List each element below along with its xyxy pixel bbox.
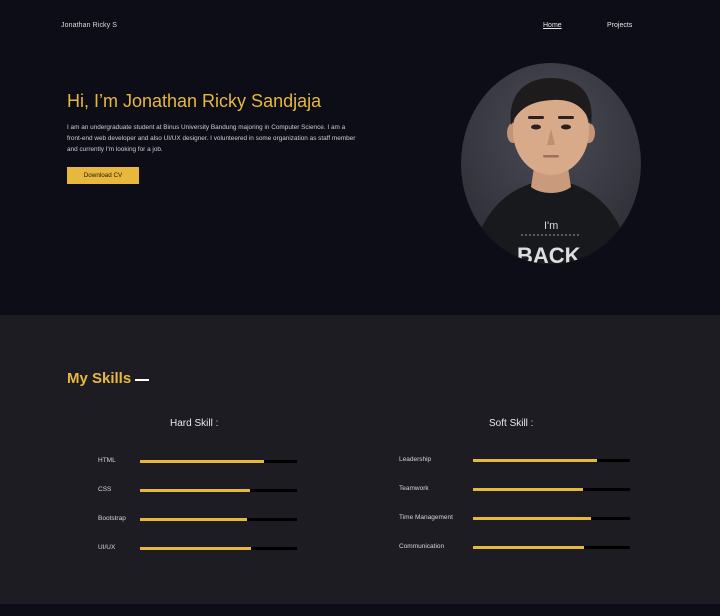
- nav-link-projects[interactable]: Projects: [607, 22, 632, 29]
- soft-skill-bar-track: [473, 517, 630, 520]
- hero-description: I am an undergraduate student at Binus U…: [67, 124, 356, 153]
- hard-skill-label: HTML: [98, 457, 116, 464]
- soft-skill-label: Time Management: [399, 514, 453, 521]
- soft-skill-label: Communication: [399, 543, 445, 550]
- hard-skill-heading: Hard Skill :: [170, 418, 219, 429]
- hard-skill-bar-track: [140, 460, 297, 463]
- profile-photo: I'm BACK: [461, 63, 641, 264]
- hard-skill-bar-fill: [140, 489, 250, 492]
- title-divider: [135, 379, 149, 381]
- soft-skill-heading: Soft Skill :: [489, 418, 534, 429]
- soft-skill-bar-track: [473, 459, 630, 462]
- soft-skill-bar-fill: [473, 459, 597, 462]
- shirt-print-bottom: BACK: [517, 243, 581, 264]
- soft-skill-label: Leadership: [399, 456, 432, 463]
- soft-skill-label: Teamwork: [399, 485, 429, 492]
- hard-skill-label: UI/UX: [98, 544, 116, 551]
- soft-skill-bar-track: [473, 546, 630, 549]
- soft-skill-bar-track: [473, 488, 630, 491]
- hero-section: Jonathan Ricky S Home Projects Hi, I’m J…: [0, 0, 720, 315]
- hard-skill-bar-track: [140, 547, 297, 550]
- nav-link-home[interactable]: Home: [543, 22, 562, 29]
- shirt-print-top: I'm: [544, 220, 558, 232]
- soft-skill-bar-fill: [473, 488, 583, 491]
- hard-skill-bar-fill: [140, 518, 247, 521]
- hard-skill-bar-fill: [140, 460, 264, 463]
- skills-title: My Skills: [67, 370, 132, 387]
- hard-skill-label: CSS: [98, 486, 112, 493]
- hard-skill-bar-track: [140, 518, 297, 521]
- footer-strip: [0, 604, 720, 616]
- brand-name[interactable]: Jonathan Ricky S: [61, 22, 117, 29]
- hard-skill-bar-track: [140, 489, 297, 492]
- soft-skill-bar-fill: [473, 546, 584, 549]
- soft-skill-bar-fill: [473, 517, 591, 520]
- hard-skill-label: Bootstrap: [98, 515, 126, 522]
- download-cv-button[interactable]: Download CV: [67, 167, 139, 184]
- skills-section: My Skills Hard Skill : Soft Skill : HTML…: [0, 315, 720, 604]
- hard-skill-bar-fill: [140, 547, 251, 550]
- hero-title: Hi, I’m Jonathan Ricky Sandjaja: [67, 91, 322, 111]
